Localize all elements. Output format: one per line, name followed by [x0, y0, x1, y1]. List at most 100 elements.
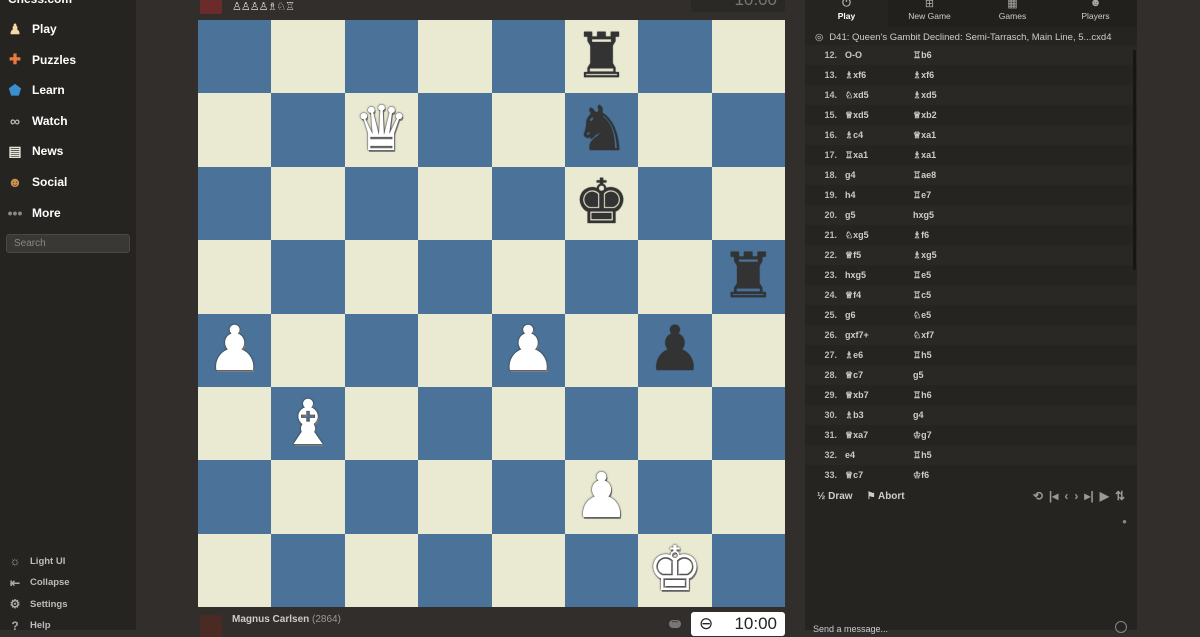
square-g8[interactable]: [638, 20, 712, 94]
square-b2[interactable]: [271, 460, 345, 534]
chess-board[interactable]: ♜ ♛ ♞ ♚ ♜ ♟ ♟ ♟ ♝ ♟ ♚: [198, 20, 785, 607]
square-h6[interactable]: [711, 166, 785, 241]
black-move[interactable]: g4: [913, 410, 973, 420]
black-move[interactable]: ♖e7: [913, 190, 973, 201]
square-h2[interactable]: [711, 460, 785, 534]
tab-play[interactable]: ⏻ Play: [805, 0, 888, 27]
white-move[interactable]: ♗b3: [841, 410, 887, 421]
logo[interactable]: Chess.com: [8, 0, 88, 6]
white-move[interactable]: ♗xf6: [841, 70, 887, 81]
black-move[interactable]: ♕xa1: [913, 130, 973, 141]
first-move-icon[interactable]: |◂: [1049, 489, 1058, 503]
chat-settings-icon[interactable]: ●: [1122, 517, 1127, 526]
white-move[interactable]: ♕xd5: [841, 110, 887, 121]
white-move[interactable]: ♘xd5: [841, 90, 887, 101]
square-e1[interactable]: [491, 533, 565, 607]
sidebar-item-news[interactable]: ▤ News: [6, 138, 63, 164]
square-h1[interactable]: [711, 533, 785, 607]
square-e7[interactable]: [491, 93, 565, 167]
square-c1[interactable]: [344, 533, 419, 607]
square-h5[interactable]: ♜: [711, 240, 785, 314]
square-d2[interactable]: [418, 460, 492, 534]
square-f2[interactable]: ♟: [564, 460, 639, 534]
white-move[interactable]: ♗c4: [841, 130, 887, 141]
black-move[interactable]: ♔g7: [913, 430, 973, 441]
black-move[interactable]: ♖h6: [913, 390, 973, 401]
square-b7[interactable]: [271, 93, 345, 167]
square-c2[interactable]: [344, 460, 419, 534]
black-move[interactable]: ♗xf6: [913, 70, 973, 81]
square-g6[interactable]: [638, 166, 712, 241]
square-f4[interactable]: [564, 313, 639, 387]
abort-button[interactable]: ⚑ Abort: [867, 491, 905, 502]
analysis-icon[interactable]: ⟲: [1033, 489, 1043, 503]
emoji-icon[interactable]: [1115, 621, 1127, 633]
black-move[interactable]: ♖h5: [913, 450, 973, 461]
sidebar-item-social[interactable]: ☻ Social: [6, 169, 68, 195]
sidebar-item-learn[interactable]: ⬟ Learn: [6, 77, 65, 103]
square-g3[interactable]: [638, 386, 712, 461]
white-move[interactable]: ♕xb7: [841, 390, 887, 401]
square-a4[interactable]: ♟: [198, 313, 272, 387]
square-e2[interactable]: [491, 460, 565, 534]
square-h4[interactable]: [711, 313, 785, 387]
square-e3[interactable]: [491, 386, 565, 461]
square-g5[interactable]: [638, 240, 712, 314]
black-move[interactable]: ♕xb2: [913, 110, 973, 121]
white-move[interactable]: e4: [841, 450, 887, 460]
black-move[interactable]: ♖e5: [913, 270, 973, 281]
square-d3[interactable]: [418, 386, 492, 461]
square-d4[interactable]: [418, 313, 492, 387]
white-piece[interactable]: ♟: [500, 319, 556, 381]
square-b8[interactable]: [271, 20, 345, 94]
black-move[interactable]: ♗xa1: [913, 150, 973, 161]
white-move[interactable]: O-O: [841, 50, 887, 60]
tab-games[interactable]: ▦ Games: [971, 0, 1054, 27]
square-f6[interactable]: ♚: [564, 166, 639, 241]
white-move[interactable]: ♕f4: [841, 290, 887, 301]
player-name[interactable]: Magnus Carlsen (2864): [232, 614, 341, 625]
white-move[interactable]: ♘xg5: [841, 230, 887, 241]
white-move[interactable]: ♕c7: [841, 470, 887, 481]
square-b3[interactable]: ♝: [271, 386, 345, 461]
white-move[interactable]: hxg5: [841, 270, 887, 280]
square-g1[interactable]: ♚: [638, 533, 712, 607]
black-move[interactable]: ♘e5: [913, 310, 973, 321]
move-list[interactable]: 12. O-O ♖b6 13. ♗xf6 ♗xf6 14. ♘xd5 ♗xd5 15. ♕xd5 ♕x…: [805, 45, 1137, 482]
white-move[interactable]: gxf7+: [841, 330, 887, 340]
white-piece[interactable]: ♚: [647, 539, 703, 601]
next-move-icon[interactable]: ›: [1074, 489, 1078, 503]
white-move[interactable]: g6: [841, 310, 887, 320]
move-list-scrollbar[interactable]: [1133, 50, 1136, 270]
white-piece[interactable]: ♛: [354, 99, 410, 161]
search-input[interactable]: Search: [6, 234, 130, 253]
square-d8[interactable]: [418, 20, 492, 94]
square-f1[interactable]: [564, 533, 639, 607]
white-move[interactable]: ♕xa7: [841, 430, 887, 441]
black-move[interactable]: g5: [913, 370, 973, 380]
square-a8[interactable]: [198, 20, 272, 94]
sidebar-settings-button[interactable]: ⚙ Settings: [8, 595, 68, 613]
prev-move-icon[interactable]: ‹: [1064, 489, 1068, 503]
square-b6[interactable]: [271, 166, 345, 241]
square-e5[interactable]: [491, 240, 565, 314]
square-a3[interactable]: [198, 386, 272, 461]
square-c3[interactable]: [344, 386, 419, 461]
square-d6[interactable]: [418, 166, 492, 241]
last-move-icon[interactable]: ▸|: [1084, 489, 1093, 503]
white-move[interactable]: ♗e6: [841, 350, 887, 361]
square-a6[interactable]: [198, 166, 272, 241]
black-move[interactable]: ♖b6: [913, 50, 973, 61]
square-c6[interactable]: [344, 166, 419, 241]
square-c8[interactable]: [344, 20, 419, 94]
square-c7[interactable]: ♛: [344, 93, 419, 167]
square-h8[interactable]: [711, 20, 785, 94]
sidebar-light-ui-button[interactable]: ☼ Light UI: [8, 552, 66, 570]
white-piece[interactable]: ♝: [280, 392, 336, 455]
tab-players[interactable]: ☻ Players: [1054, 0, 1137, 27]
black-move[interactable]: ♘xf7: [913, 330, 973, 341]
square-g2[interactable]: [638, 460, 712, 534]
sidebar-item-watch[interactable]: ∞ Watch: [6, 108, 68, 134]
square-b4[interactable]: [271, 313, 345, 387]
sidebar-item-more[interactable]: ••• More: [6, 200, 61, 226]
